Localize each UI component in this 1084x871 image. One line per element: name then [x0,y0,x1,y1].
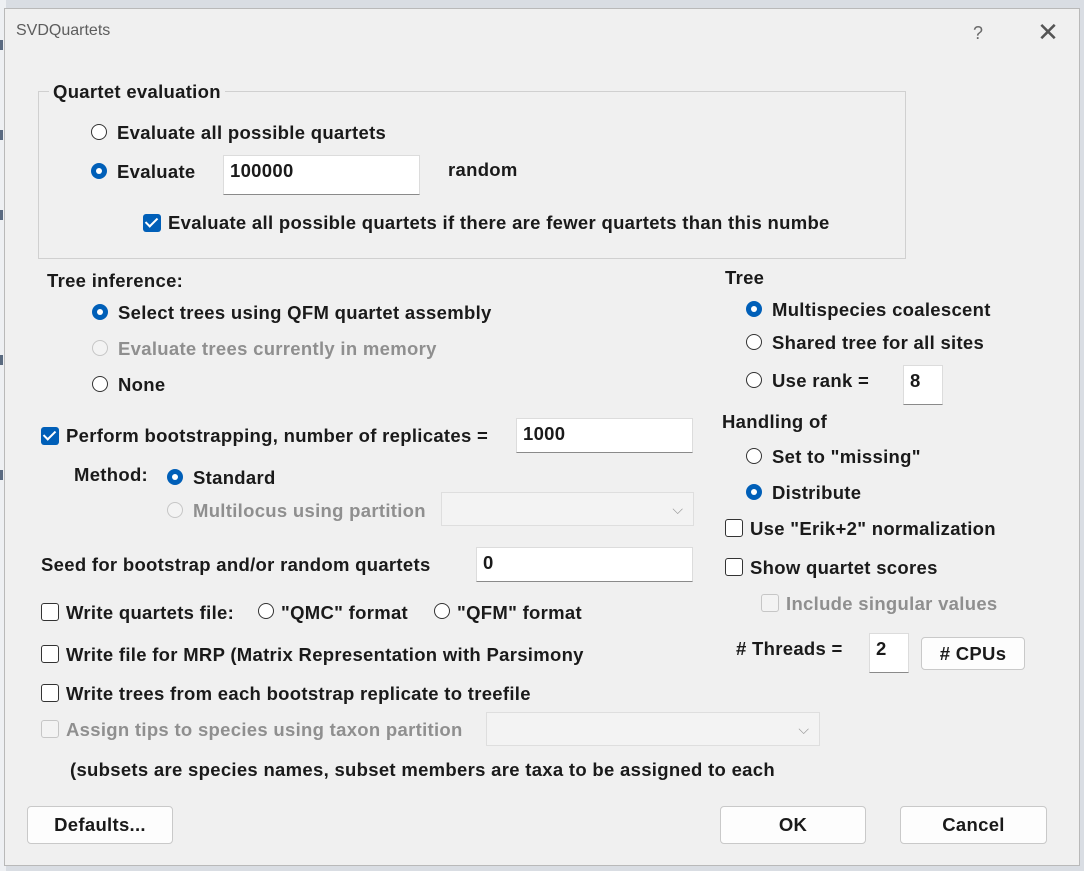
seed-label: Seed for bootstrap and/or random quartet… [41,554,431,575]
evaluate-memory-label: Evaluate trees currently in memory [118,338,437,359]
standard-radio[interactable] [167,469,183,485]
multilocus-label: Multilocus using partition [193,500,426,521]
write-trees-checkbox[interactable] [41,684,59,702]
title-bar: SVDQuartets ? ✕ [5,9,1079,55]
background-mark [0,210,3,220]
assign-tips-label: Assign tips to species using taxon parti… [66,719,463,740]
background-mark [0,470,3,480]
write-mrp-label: Write file for MRP (Matrix Representatio… [66,644,584,665]
random-suffix-label: random [448,159,518,180]
close-button[interactable]: ✕ [1023,19,1073,47]
none-radio[interactable] [92,376,108,392]
evaluate-all-label: Evaluate all possible quartets [117,122,387,143]
subsets-note: (subsets are species names, subset membe… [70,759,775,780]
background-mark [0,40,3,50]
background-mark [0,355,3,365]
show-scores-label: Show quartet scores [750,557,938,578]
none-label: None [118,374,166,395]
shared-tree-radio[interactable] [746,334,762,350]
replicates-input[interactable]: 1000 [516,418,693,453]
chevron-down-icon: ⌵ [798,721,809,737]
chevron-down-icon: ⌵ [672,501,683,517]
erik-normalization-label: Use "Erik+2" normalization [750,518,996,539]
evaluate-fewer-label: Evaluate all possible quartets if there … [168,212,830,233]
help-button[interactable]: ? [953,19,1003,47]
write-trees-label: Write trees from each bootstrap replicat… [66,683,531,704]
shared-tree-label: Shared tree for all sites [772,332,985,353]
rank-input[interactable]: 8 [903,365,943,405]
threads-label: # Threads = [736,638,843,659]
multilocus-radio[interactable] [167,502,183,518]
method-label: Method: [74,464,149,485]
distribute-radio[interactable] [746,484,762,500]
multispecies-label: Multispecies coalescent [772,299,991,320]
qfm-assembly-label: Select trees using QFM quartet assembly [118,302,492,323]
random-quartets-input[interactable]: 100000 [223,155,420,195]
qfm-format-radio[interactable] [434,603,450,619]
show-scores-checkbox[interactable] [725,558,743,576]
evaluate-all-radio[interactable] [91,124,107,140]
set-missing-label: Set to "missing" [772,446,921,467]
write-mrp-checkbox[interactable] [41,645,59,663]
svdquartets-dialog: SVDQuartets ? ✕ Quartet evaluation Evalu… [4,8,1080,866]
qfm-format-label: "QFM" format [457,602,582,623]
multispecies-radio[interactable] [746,301,762,317]
tree-title: Tree [725,267,765,288]
assign-tips-checkbox[interactable] [41,720,59,738]
tree-inference-title: Tree inference: [47,270,184,291]
singular-values-label: Include singular values [786,593,998,614]
write-quartets-checkbox[interactable] [41,603,59,621]
erik-normalization-checkbox[interactable] [725,519,743,537]
threads-input[interactable]: 2 [869,633,909,673]
partition-combo[interactable]: ⌵ [441,492,694,526]
ok-button[interactable]: OK [720,806,866,844]
distribute-label: Distribute [772,482,862,503]
singular-values-checkbox[interactable] [761,594,779,612]
evaluate-random-label: Evaluate [117,161,196,182]
bootstrap-checkbox[interactable] [41,427,59,445]
write-quartets-label: Write quartets file: [66,602,235,623]
evaluate-memory-radio[interactable] [92,340,108,356]
qmc-format-label: "QMC" format [281,602,409,623]
cancel-button[interactable]: Cancel [900,806,1047,844]
qfm-assembly-radio[interactable] [92,304,108,320]
use-rank-radio[interactable] [746,372,762,388]
taxon-partition-combo[interactable]: ⌵ [486,712,820,746]
defaults-button[interactable]: Defaults... [27,806,173,844]
handling-title: Handling of [722,411,828,432]
qmc-format-radio[interactable] [258,603,274,619]
seed-input[interactable]: 0 [476,547,693,582]
evaluate-random-radio[interactable] [91,163,107,179]
set-missing-radio[interactable] [746,448,762,464]
standard-label: Standard [193,467,276,488]
bootstrap-label: Perform bootstrapping, number of replica… [66,425,489,446]
background-mark [0,130,3,140]
cpus-button[interactable]: # CPUs [921,637,1025,670]
window-title: SVDQuartets [16,22,111,39]
quartet-evaluation-title: Quartet evaluation [49,81,225,103]
evaluate-fewer-checkbox[interactable] [143,214,161,232]
use-rank-label: Use rank = [772,370,870,391]
